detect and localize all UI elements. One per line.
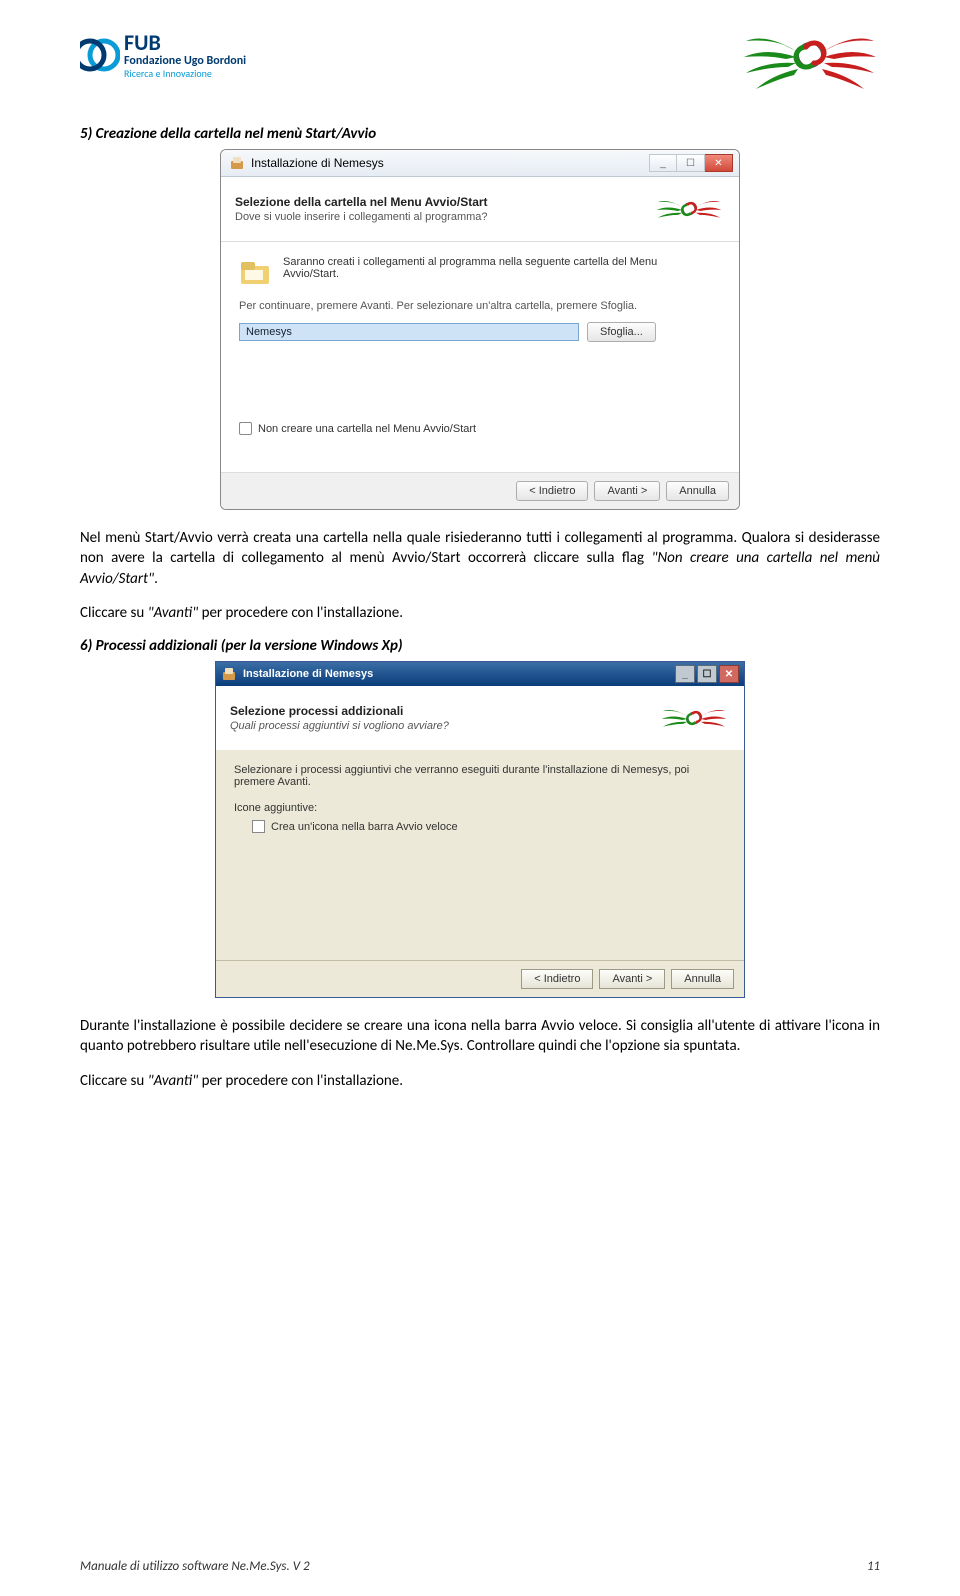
folder-icon	[239, 256, 273, 290]
cancel-button[interactable]: Annulla	[666, 481, 729, 501]
fub-title: FUB	[124, 32, 246, 54]
wings-logo-small	[653, 187, 725, 231]
installer-icon	[229, 155, 245, 171]
minimize-button[interactable]: _	[675, 665, 695, 683]
cancel-button[interactable]: Annulla	[671, 969, 734, 989]
no-folder-checkbox[interactable]	[239, 422, 252, 435]
back-button[interactable]: < Indietro	[521, 969, 593, 989]
win7-titlebar: Installazione di Nemesys _ ☐ ✕	[221, 150, 739, 177]
footer-text: Manuale di utilizzo software Ne.Me.Sys. …	[80, 1559, 310, 1574]
win7-footer: < Indietro Avanti > Annulla	[221, 472, 739, 509]
win7-header-subtitle: Dove si vuole inserire i collegamenti al…	[235, 211, 488, 223]
win7-body: Saranno creati i collegamenti al program…	[221, 242, 739, 472]
xp-titlebar: Installazione di Nemesys _ ☐ ✕	[216, 662, 744, 686]
minimize-button[interactable]: _	[649, 154, 677, 172]
close-button[interactable]: ✕	[705, 154, 733, 172]
page-header: FUB Fondazione Ugo Bordoni Ricerca e Inn…	[80, 10, 880, 100]
no-folder-label: Non creare una cartella nel Menu Avvio/S…	[258, 423, 476, 435]
section6-click-next: Cliccare su "Avanti" per procedere con l…	[80, 1071, 880, 1091]
win7-header-title: Selezione della cartella nel Menu Avvio/…	[235, 195, 488, 209]
screenshot-win7: Installazione di Nemesys _ ☐ ✕ Selezione…	[80, 149, 880, 510]
win7-header: Selezione della cartella nel Menu Avvio/…	[221, 177, 739, 241]
wings-logo	[740, 10, 880, 100]
xp-dialog: Installazione di Nemesys _ ☐ ✕ Selezione…	[215, 661, 745, 998]
xp-header-title: Selezione processi addizionali	[230, 704, 449, 718]
xp-header-subtitle: Quali processi aggiuntivi si vogliono av…	[230, 720, 449, 732]
folder-path-input[interactable]	[239, 323, 579, 341]
quicklaunch-checkbox[interactable]	[252, 820, 265, 833]
xp-header: Selezione processi addizionali Quali pro…	[216, 686, 744, 750]
win7-dialog: Installazione di Nemesys _ ☐ ✕ Selezione…	[220, 149, 740, 510]
win7-body-text2: Per continuare, premere Avanti. Per sele…	[239, 300, 721, 312]
section5-click-next: Cliccare su "Avanti" per procedere con l…	[80, 603, 880, 623]
xp-footer: < Indietro Avanti > Annulla	[216, 960, 744, 997]
window-controls: _ ☐ ✕	[675, 665, 739, 683]
fub-subtitle2: Ricerca e Innovazione	[124, 69, 246, 79]
quicklaunch-label: Crea un'icona nella barra Avvio veloce	[271, 821, 458, 833]
fub-logo-text: FUB Fondazione Ugo Bordoni Ricerca e Inn…	[124, 32, 246, 79]
next-button[interactable]: Avanti >	[599, 969, 665, 989]
xp-body: Selezionare i processi aggiuntivi che ve…	[216, 750, 744, 960]
section6-heading: 6) Processi addizionali (per la versione…	[80, 637, 880, 655]
fub-logo: FUB Fondazione Ugo Bordoni Ricerca e Inn…	[80, 31, 246, 79]
close-button[interactable]: ✕	[719, 665, 739, 683]
browse-button[interactable]: Sfoglia...	[587, 322, 656, 342]
page-footer: Manuale di utilizzo software Ne.Me.Sys. …	[80, 1559, 880, 1574]
wings-logo-small	[658, 696, 730, 740]
screenshot-xp: Installazione di Nemesys _ ☐ ✕ Selezione…	[80, 661, 880, 998]
page-number: 11	[867, 1559, 880, 1574]
window-controls: _ ☐ ✕	[649, 154, 733, 172]
fub-logo-mark	[80, 31, 120, 79]
fub-subtitle1: Fondazione Ugo Bordoni	[124, 55, 246, 67]
section5-heading: 5) Creazione della cartella nel menù Sta…	[80, 125, 880, 143]
section6-paragraph1: Durante l'installazione è possibile deci…	[80, 1016, 880, 1057]
xp-icons-label: Icone aggiuntive:	[234, 802, 726, 814]
win7-title-text: Installazione di Nemesys	[251, 156, 384, 170]
maximize-button[interactable]: ☐	[697, 665, 717, 683]
win7-body-text1: Saranno creati i collegamenti al program…	[283, 256, 683, 280]
section5-paragraph1: Nel menù Start/Avvio verrà creata una ca…	[80, 528, 880, 589]
back-button[interactable]: < Indietro	[516, 481, 588, 501]
installer-icon	[221, 666, 237, 682]
next-button[interactable]: Avanti >	[594, 481, 660, 501]
xp-body-text1: Selezionare i processi aggiuntivi che ve…	[234, 764, 726, 788]
maximize-button[interactable]: ☐	[677, 154, 705, 172]
xp-title-text: Installazione di Nemesys	[243, 668, 373, 680]
